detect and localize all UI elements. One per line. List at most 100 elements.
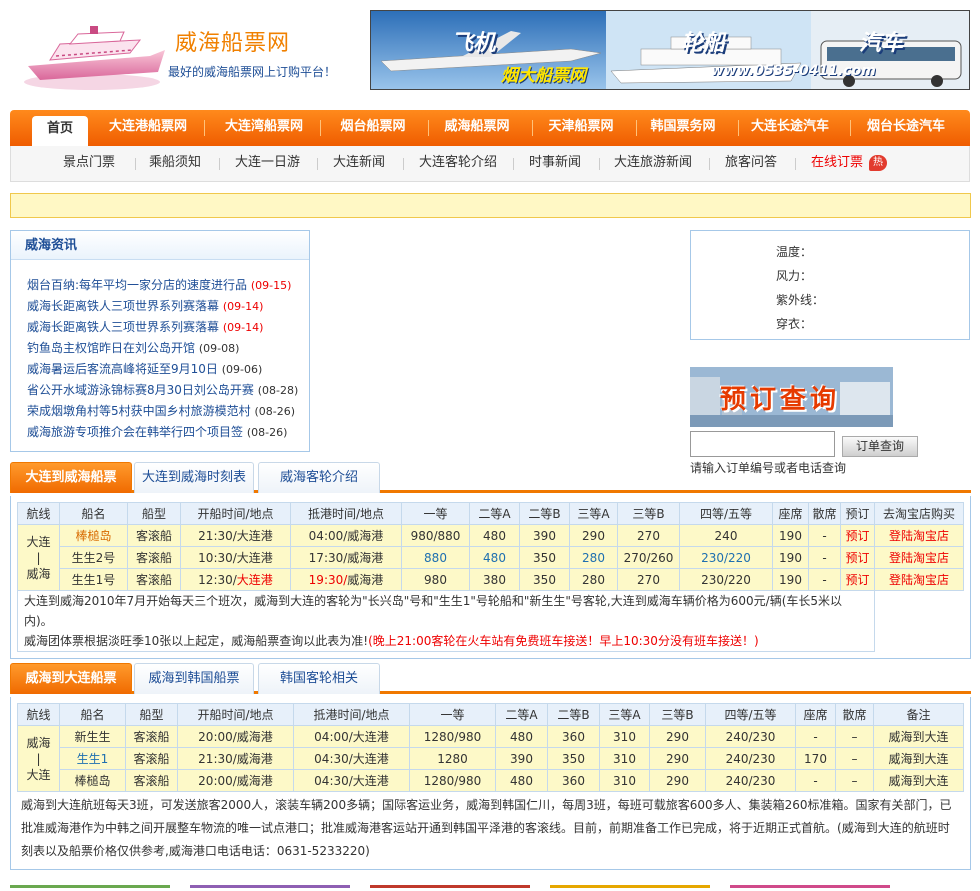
- table-row: 生生2号 客滚船 10:30/大连港 17:30/威海港 880 480 350…: [18, 546, 964, 569]
- nav-dalian-bus[interactable]: 大连长途汽车: [744, 110, 836, 146]
- tab-dalian-to-weihai-tickets[interactable]: 大连到威海船票: [10, 462, 132, 493]
- book-link[interactable]: 预订: [840, 568, 875, 591]
- subnav-tickets[interactable]: 景点门票: [63, 146, 115, 180]
- order-image-text: 预订查询: [720, 385, 841, 415]
- banner-ad[interactable]: 飞机 轮船 汽车 烟大船票网 www.0535-0411.com: [370, 10, 970, 90]
- taobao-link[interactable]: 登陆淘宝店: [874, 568, 964, 591]
- column-header: 开船时间/地点: [177, 703, 294, 726]
- price-first: 980: [401, 568, 470, 591]
- nav-yantai[interactable]: 烟台船票网: [330, 110, 416, 146]
- logo-ship-image[interactable]: [20, 20, 170, 92]
- arrive-time: 04:30/大连港: [293, 747, 410, 770]
- news-item[interactable]: 省公开水域游泳锦标赛8月30日刘公岛开赛 (08-28): [27, 380, 303, 401]
- main-nav: 首页 大连港船票网 大连湾船票网 烟台船票网 威海船票网 天津船票网 韩国票务网…: [10, 110, 970, 146]
- price-2b: 350: [519, 568, 570, 591]
- subnav-day-tour[interactable]: 大连一日游: [235, 146, 300, 180]
- news-item[interactable]: 钓鱼岛主权馆昨日在刘公岛开馆 (09-08): [27, 338, 303, 359]
- price-2a: 480: [495, 769, 548, 792]
- column-header: 一等: [409, 703, 496, 726]
- order-search-input[interactable]: [690, 431, 835, 457]
- nav-dalian-bay[interactable]: 大连湾船票网: [214, 110, 314, 146]
- column-header: 航线: [17, 703, 60, 726]
- news-item[interactable]: 威海长距离铁人三项世界系列赛落幕 (09-14): [27, 296, 303, 317]
- price-4-5: 240/230: [705, 769, 796, 792]
- site-slogan: 最好的威海船票网上订购平台！: [168, 65, 337, 79]
- price-seat: 190: [772, 568, 809, 591]
- news-item[interactable]: 威海旅游专项推介会在韩举行四个项目签 (08-26): [27, 422, 303, 443]
- nav-home[interactable]: 首页: [32, 116, 88, 146]
- price-4-5: 240: [679, 524, 773, 547]
- column-header: 二等B: [519, 502, 570, 525]
- book-link[interactable]: 预订: [840, 524, 875, 547]
- nav-korea[interactable]: 韩国票务网: [640, 110, 726, 146]
- banner-url-text: www.0535-0411.com: [711, 63, 876, 79]
- nav-yantai-bus[interactable]: 烟台长途汽车: [860, 110, 952, 146]
- column-header: 四等/五等: [705, 703, 796, 726]
- column-header: 三等A: [599, 703, 650, 726]
- table-row: 威海 | 大连 新生生 客滚船 20:00/威海港 04:00/大连港 1280/9…: [17, 725, 964, 792]
- price-loose: -: [808, 546, 841, 569]
- price-4-5: 230/220: [679, 546, 773, 569]
- banner-plane-text: 飞机: [451, 31, 496, 56]
- table-row: 棒槌岛 客滚船 20:00/威海港 04:30/大连港 1280/980 480…: [18, 769, 964, 792]
- schedule-note: 大连到威海2010年7月开始每天三个班次，威海到大连的客轮为"长兴岛"号和"生生…: [17, 590, 875, 652]
- tab-weihai-to-dalian-tickets[interactable]: 威海到大连船票: [10, 663, 132, 694]
- column-header: 三等B: [649, 703, 706, 726]
- column-header: 航线: [17, 502, 60, 525]
- subnav-boarding-notice[interactable]: 乘船须知: [149, 146, 201, 180]
- site-title: 威海船票网: [175, 31, 291, 56]
- banner-ship-text: 轮船: [681, 31, 726, 56]
- subnav-travel-news[interactable]: 大连旅游新闻: [614, 146, 692, 180]
- column-header: 座席: [795, 703, 836, 726]
- subnav-dalian-news[interactable]: 大连新闻: [333, 146, 385, 180]
- ship-name: 棒槌岛: [59, 769, 126, 792]
- depart-time: 12:30/大连港: [180, 568, 291, 591]
- book-link[interactable]: 预订: [840, 546, 875, 569]
- price-2b: 350: [519, 546, 570, 569]
- subnav-qa[interactable]: 旅客问答: [725, 146, 777, 180]
- order-query-button[interactable]: 订单查询: [842, 436, 918, 457]
- price-3b: 270: [617, 524, 680, 547]
- column-header: 船型: [127, 502, 181, 525]
- tab-weihai-to-korea-tickets[interactable]: 威海到韩国船票: [134, 663, 254, 694]
- tab-weihai-ship-intro[interactable]: 威海客轮介绍: [258, 462, 380, 493]
- ship-type: 客滚船: [125, 747, 178, 770]
- table-note-row: 大连到威海2010年7月开始每天三个班次，威海到大连的客轮为"长兴岛"号和"生生…: [17, 590, 964, 652]
- taobao-link[interactable]: 登陆淘宝店: [874, 524, 964, 547]
- column-header: 二等A: [469, 502, 520, 525]
- price-2a: 480: [469, 524, 520, 547]
- schedule-table-weihai-dalian: 航线 船名 船型 开船时间/地点 抵港时间/地点 一等 二等A 二等B 三等A 三等B 四等/五等座…: [17, 703, 964, 792]
- weather-temp: 温度：: [776, 245, 813, 259]
- column-header: 三等B: [617, 502, 680, 525]
- news-item[interactable]: 荣成烟墩角村等5村获中国乡村旅游模范村 (08-26): [27, 401, 303, 422]
- nav-dalian-port[interactable]: 大连港船票网: [98, 110, 198, 146]
- tab-korea-ship-info[interactable]: 韩国客轮相关: [258, 663, 380, 694]
- column-header: 一等: [401, 502, 470, 525]
- column-header: 座席: [772, 502, 809, 525]
- price-2b: 390: [519, 524, 570, 547]
- table-row: 生生1 客滚船 21:30/威海港 04:30/大连港 1280 390 350…: [18, 747, 964, 770]
- arrive-time: 04:00/大连港: [293, 725, 410, 748]
- news-item[interactable]: 威海长距离铁人三项世界系列赛落幕 (09-14): [27, 317, 303, 338]
- nav-tianjin[interactable]: 天津船票网: [538, 110, 624, 146]
- news-item[interactable]: 威海暑运后客流高峰将延至9月10日 (09-06): [27, 359, 303, 380]
- arrive-time: 17:30/威海港: [290, 546, 402, 569]
- column-header: 备注: [873, 703, 964, 726]
- taobao-link[interactable]: 登陆淘宝店: [874, 546, 964, 569]
- news-item[interactable]: 烟台百纳:每年平均一家分店的速度进行品 (09-15): [27, 275, 303, 296]
- nav-weihai[interactable]: 威海船票网: [434, 110, 520, 146]
- ship-type: 客滚船: [127, 524, 181, 547]
- price-seat: 190: [772, 524, 809, 547]
- section2-tabbar: 威海到大连船票 威海到韩国船票 韩国客轮相关: [10, 661, 971, 694]
- price-3b: 290: [649, 747, 706, 770]
- ship-name: 棒槌岛: [59, 524, 128, 547]
- tab-dalian-to-weihai-schedule[interactable]: 大连到威海时刻表: [134, 462, 254, 493]
- depart-time: 21:30/威海港: [177, 747, 294, 770]
- subnav-ship-intro[interactable]: 大连客轮介绍: [419, 146, 497, 180]
- price-2a: 480: [495, 725, 548, 748]
- subnav-online-booking[interactable]: 在线订票: [811, 146, 863, 180]
- price-first: 980/880: [401, 524, 470, 547]
- subnav-current-news[interactable]: 时事新闻: [529, 146, 581, 180]
- price-first: 1280/980: [409, 725, 496, 748]
- route-cell: 威海 | 大连: [17, 725, 60, 792]
